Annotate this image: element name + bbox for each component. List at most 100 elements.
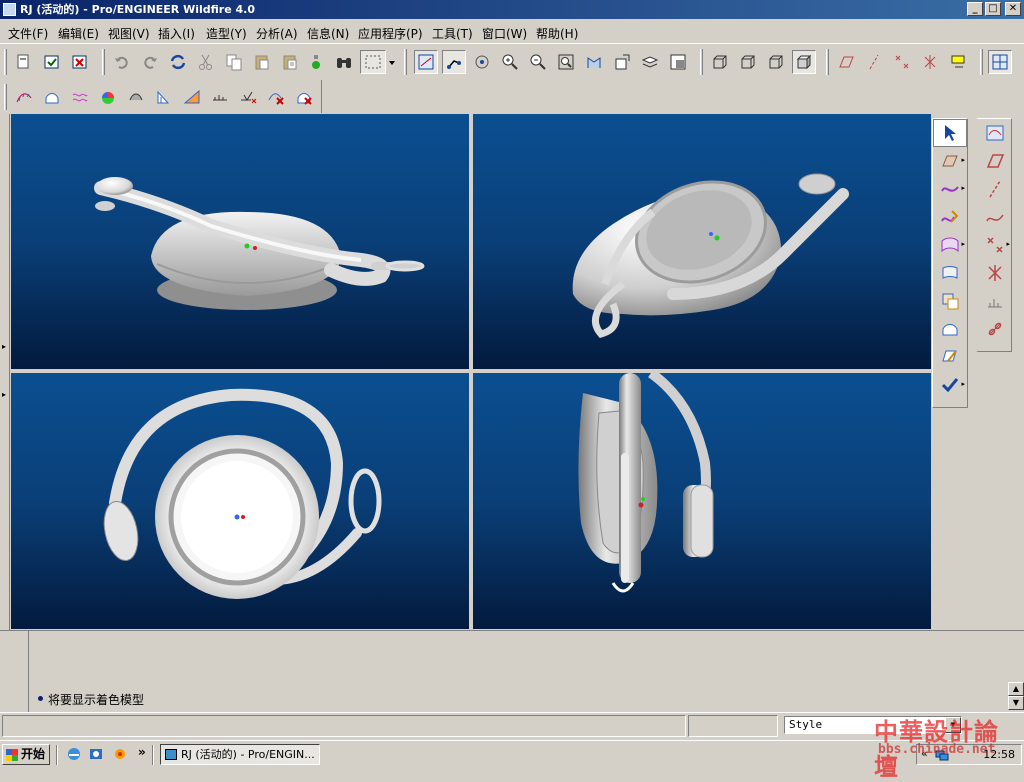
minimize-button[interactable]: _: [967, 2, 983, 16]
menu-edit[interactable]: 编辑(E): [58, 25, 99, 42]
menu-view[interactable]: 视图(V): [108, 25, 150, 42]
menu-window[interactable]: 窗口(W): [482, 25, 527, 42]
window-layout-icon[interactable]: [988, 50, 1012, 74]
outlook-icon[interactable]: [88, 746, 104, 762]
hidden-line-icon[interactable]: [736, 50, 760, 74]
status-panel: [2, 715, 686, 737]
zoom-out-icon[interactable]: [526, 50, 550, 74]
selection-box-icon[interactable]: [360, 50, 386, 74]
cut-icon[interactable]: [194, 50, 218, 74]
datum-csys-tool-icon[interactable]: [918, 50, 942, 74]
menu-insert[interactable]: 插入(I): [158, 25, 195, 42]
app-launcher-icon[interactable]: [112, 746, 128, 762]
datum-planes-icon[interactable]: [414, 50, 438, 74]
message-text: 将要显示着色模型: [48, 693, 145, 707]
scroll-up-icon[interactable]: ▲: [1008, 682, 1024, 696]
axis-tool-icon[interactable]: [978, 175, 1012, 203]
open-file-icon[interactable]: [40, 50, 64, 74]
no-hidden-icon[interactable]: [764, 50, 788, 74]
quick-launch-more[interactable]: »: [138, 745, 146, 759]
boundary-surface-icon[interactable]: ▸: [933, 231, 967, 259]
datum-axis-tool-icon[interactable]: [862, 50, 886, 74]
datum-axes-icon[interactable]: [442, 50, 466, 74]
left-arrow-icon: ▸: [2, 342, 7, 351]
network-icon[interactable]: [935, 748, 949, 762]
layers-icon[interactable]: [638, 50, 662, 74]
point-tool-icon[interactable]: ▸: [978, 231, 1012, 259]
scroll-down-icon[interactable]: ▼: [1008, 696, 1024, 710]
filter-select[interactable]: Style ▼: [784, 716, 962, 734]
zoom-in-icon[interactable]: [498, 50, 522, 74]
menu-applications[interactable]: 应用程序(P): [358, 25, 423, 42]
dihedral-analysis-icon[interactable]: [236, 85, 260, 109]
ie-browser-icon[interactable]: [66, 746, 82, 762]
menu-help[interactable]: 帮助(H): [536, 25, 578, 42]
delete-curvature-icon[interactable]: [264, 85, 288, 109]
undo-icon[interactable]: [110, 50, 134, 74]
selection-dropdown-icon[interactable]: [386, 50, 398, 74]
datum-plane-tool-icon[interactable]: [834, 50, 858, 74]
delete-all-analysis-icon[interactable]: [292, 85, 316, 109]
taskbar-item-proe[interactable]: RJ (活动的) - Pro/ENGIN...: [160, 744, 320, 765]
redo-icon[interactable]: [138, 50, 162, 74]
reorient-icon[interactable]: [582, 50, 606, 74]
datum-analysis-icon[interactable]: [978, 119, 1012, 147]
annotation-tool-icon[interactable]: [946, 50, 970, 74]
viewport-isometric[interactable]: [473, 114, 931, 369]
menu-file[interactable]: 文件(F): [8, 25, 48, 42]
wireframe-icon[interactable]: [708, 50, 732, 74]
new-file-icon[interactable]: [12, 50, 36, 74]
curve-surface-icon[interactable]: [933, 343, 967, 371]
sketch-plane-icon[interactable]: ▸: [933, 147, 967, 175]
viewport-top[interactable]: [11, 373, 469, 629]
chain-link-icon[interactable]: [978, 315, 1012, 343]
refit-icon[interactable]: [554, 50, 578, 74]
draft-check-icon[interactable]: [208, 85, 232, 109]
analysis-feature-icon[interactable]: [978, 287, 1012, 315]
csys-tool-icon[interactable]: [978, 259, 1012, 287]
viewport-front[interactable]: [11, 114, 469, 369]
menu-style[interactable]: 造型(Y): [206, 25, 247, 42]
view-manager-icon[interactable]: [666, 50, 690, 74]
edit-curve-icon[interactable]: [933, 203, 967, 231]
viewport-side[interactable]: [473, 373, 931, 629]
find-icon[interactable]: [332, 50, 356, 74]
section-analysis-icon[interactable]: [40, 85, 64, 109]
gaussian-curvature-icon[interactable]: [96, 85, 120, 109]
menu-tools[interactable]: 工具(T): [432, 25, 473, 42]
tray-collapse-icon[interactable]: «: [921, 747, 928, 760]
connect-surface-icon[interactable]: [933, 259, 967, 287]
start-button[interactable]: 开始: [2, 744, 50, 765]
taskbar: 开始 » RJ (活动的) - Pro/ENGIN... « 12:58: [0, 740, 1024, 768]
saved-views-icon[interactable]: [610, 50, 634, 74]
edit-surface-icon[interactable]: [933, 315, 967, 343]
copy-icon[interactable]: [222, 50, 246, 74]
plane-tool-icon[interactable]: [978, 147, 1012, 175]
model-tree-icon[interactable]: [304, 50, 328, 74]
regenerate-icon[interactable]: [166, 50, 190, 74]
spin-center-icon[interactable]: [470, 50, 494, 74]
restore-button[interactable]: □: [985, 2, 1001, 16]
shaded-curvature-icon[interactable]: [124, 85, 148, 109]
close-button[interactable]: ✕: [1005, 2, 1021, 16]
clock[interactable]: 12:58: [983, 748, 1015, 761]
message-scrollbar[interactable]: ▲ ▼: [1008, 682, 1024, 712]
datum-point-tool-icon[interactable]: [890, 50, 914, 74]
paste-icon[interactable]: [250, 50, 274, 74]
close-window-icon[interactable]: [68, 50, 92, 74]
menu-analysis[interactable]: 分析(A): [256, 25, 298, 42]
left-sash[interactable]: ▸ ▸: [0, 114, 10, 630]
sketched-curve-icon[interactable]: [978, 203, 1012, 231]
reflection-analysis-icon[interactable]: [152, 85, 176, 109]
curve-tool-icon[interactable]: ▸: [933, 175, 967, 203]
offset-analysis-icon[interactable]: [68, 85, 92, 109]
shading-icon[interactable]: [792, 50, 816, 74]
chevron-down-icon[interactable]: ▼: [945, 717, 961, 733]
select-arrow-icon[interactable]: [933, 119, 967, 147]
menu-info[interactable]: 信息(N): [307, 25, 349, 42]
curvature-analysis-icon[interactable]: [12, 85, 36, 109]
trim-surface-icon[interactable]: [933, 287, 967, 315]
slope-analysis-icon[interactable]: [180, 85, 204, 109]
finish-checkmark-icon[interactable]: ▸: [933, 371, 967, 399]
paste-special-icon[interactable]: [278, 50, 302, 74]
